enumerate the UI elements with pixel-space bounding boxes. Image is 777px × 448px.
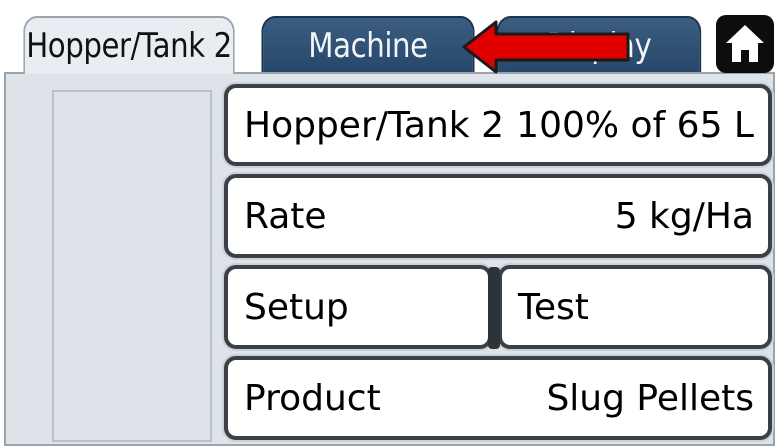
- hopper-level-value: 100% of 65 L: [516, 104, 754, 146]
- home-button[interactable]: [716, 15, 774, 73]
- rate-label: Rate: [244, 195, 327, 237]
- tab-hopper-tank-2[interactable]: Hopper/Tank 2: [23, 16, 235, 74]
- setup-label: Setup: [244, 286, 349, 328]
- setup-button[interactable]: Setup: [224, 265, 492, 349]
- home-icon: [726, 25, 764, 62]
- red-arrow-icon: [462, 20, 630, 74]
- hopper-level-label: Hopper/Tank 2: [244, 104, 504, 146]
- rate-panel[interactable]: Rate 5 kg/Ha: [224, 174, 772, 258]
- product-value: Slug Pellets: [546, 377, 754, 419]
- product-label: Product: [244, 377, 381, 419]
- panel-divider: [488, 267, 500, 349]
- tab-hopper-tank-2-label: Hopper/Tank 2: [26, 26, 232, 66]
- hopper-selector-panel: [52, 90, 212, 442]
- test-label: Test: [518, 286, 589, 328]
- hopper-level-panel[interactable]: Hopper/Tank 2 100% of 65 L: [224, 84, 772, 166]
- product-panel[interactable]: Product Slug Pellets: [224, 356, 772, 440]
- tab-machine-label: Machine: [308, 26, 428, 66]
- test-button[interactable]: Test: [498, 265, 772, 349]
- tab-machine[interactable]: Machine: [261, 16, 475, 74]
- rate-value: 5 kg/Ha: [614, 195, 754, 237]
- app-screen: Display Machine Hopper/Tank 2 1 2 Hopper…: [0, 0, 777, 448]
